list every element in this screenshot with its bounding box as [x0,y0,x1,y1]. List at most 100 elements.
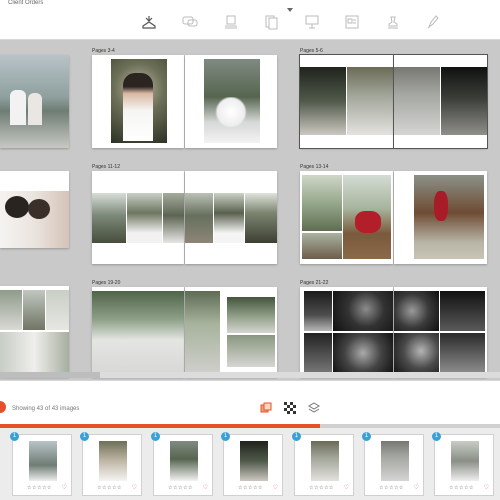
photo-couple-laugh[interactable] [0,332,69,372]
photo-forest-wide-2[interactable] [185,291,220,373]
thumbnail-image[interactable] [29,441,57,481]
photo-figure [28,93,42,125]
pages-icon[interactable] [262,14,280,30]
photo-couple-wide-forest[interactable] [92,291,184,373]
thumbnail-image[interactable] [170,441,198,481]
photo-bw-6[interactable] [440,291,485,331]
photo-bride-tree[interactable] [127,193,162,243]
window-tab-title[interactable]: Client Orders [8,0,43,6]
spread-21-22-right-page[interactable] [394,287,487,377]
photo-small-2[interactable] [23,290,45,330]
filmstrip-thumbnail[interactable]: 1 ☆☆☆☆☆ ♡ [362,432,424,496]
photo-small-3[interactable] [46,290,69,330]
thumbnail-image[interactable] [99,441,127,481]
favorite-heart-icon[interactable]: ♡ [344,484,349,491]
photo-bw-2[interactable] [333,291,393,331]
star-rating[interactable]: ☆☆☆☆☆ [27,485,52,491]
photo-couple-garden[interactable] [347,67,393,135]
layers-icon[interactable] [308,402,320,414]
scrollbar-thumb[interactable] [0,372,100,378]
filmstrip-thumbnail[interactable]: 1 ☆☆☆☆☆ ♡ [80,432,142,496]
filmstrip-thumbnail[interactable]: 1 ☆☆☆☆☆ ♡ [10,432,72,496]
favorite-heart-icon[interactable]: ♡ [414,484,419,491]
spread-5-6-left-page[interactable] [299,54,394,149]
spread-canvas[interactable]: Pages 3-4 Pages 5-6 Pages 11-12 Pages 13… [0,40,500,380]
star-rating[interactable]: ☆☆☆☆☆ [97,485,122,491]
star-rating[interactable]: ☆☆☆☆☆ [379,485,404,491]
spread-1-page[interactable] [0,55,69,148]
photo-couple-walk[interactable] [394,67,440,135]
star-rating[interactable]: ☆☆☆☆☆ [449,485,474,491]
spread-21-22-left-page[interactable] [300,287,393,377]
duplicate-icon[interactable] [260,402,272,414]
thumbnail-image[interactable] [311,441,339,481]
photo-figure [123,73,153,141]
comments-icon[interactable] [181,14,199,30]
presentation-icon[interactable] [303,14,321,30]
photo-small-top[interactable] [227,297,275,333]
star-rating[interactable]: ☆☆☆☆☆ [238,485,263,491]
spread-3-4-left-page[interactable] [92,55,184,148]
photo-bw-4[interactable] [333,333,393,373]
photo-couple-path[interactable] [163,193,184,243]
photo-couple-trees[interactable] [92,193,126,243]
spread-19-20-right-page[interactable] [185,287,277,377]
photo-bw-5[interactable] [394,291,439,331]
collapse-caret-icon[interactable] [287,8,293,12]
photo-couple-bw[interactable] [300,67,346,135]
favorite-heart-icon[interactable]: ♡ [273,484,278,491]
album-icon[interactable] [140,14,158,30]
spread-13-14-left-page[interactable] [300,171,393,264]
spread-5-6-right-page[interactable] [393,54,488,149]
thumbnail-image[interactable] [240,441,268,481]
image-count-status: Showing 43 of 43 images [12,406,80,412]
status-indicator-icon[interactable] [0,401,6,413]
photo-couple-hold[interactable] [214,193,244,243]
spread-11-12-right-page[interactable] [185,171,277,264]
pen-icon[interactable] [424,14,442,30]
photo-couple-forest-2[interactable] [245,193,277,243]
favorite-heart-icon[interactable]: ♡ [132,484,137,491]
thumbnail-image[interactable] [451,441,479,481]
photo-couple-dark[interactable] [441,67,487,135]
spread-label: Pages 3-4 [92,48,115,54]
photo-couple-horse-house[interactable] [414,175,484,259]
spread-19-20-left-page[interactable] [92,287,184,377]
star-rating[interactable]: ☆☆☆☆☆ [309,485,334,491]
photo-bw-7[interactable] [394,333,439,373]
favorite-heart-icon[interactable]: ♡ [484,484,489,491]
photo-small-bottom[interactable] [227,335,275,367]
photo-bride-walk[interactable] [185,193,213,243]
usage-count-badge: 1 [151,432,160,441]
image-filmstrip[interactable]: 1 ☆☆☆☆☆ ♡ 1 ☆☆☆☆☆ ♡ 1 ☆☆☆☆☆ ♡ 1 ☆☆☆☆☆ ♡ 1 ☆☆☆☆☆ ♡ 1 ☆☆☆☆… [0,428,500,500]
stamp-icon[interactable] [384,14,402,30]
photo-couple-meadow[interactable] [302,175,342,231]
spread-3-4-right-page[interactable] [185,55,277,148]
horizontal-scrollbar[interactable] [0,372,500,378]
photo-horse-detail[interactable] [302,233,342,259]
spread-label: Pages 5-6 [300,48,323,54]
filmstrip-thumbnail[interactable]: 1 ☆☆☆☆☆ ♡ [432,432,494,496]
grid-view-icon[interactable] [284,402,296,414]
usage-count-badge: 1 [292,432,301,441]
photo-bw-3[interactable] [304,333,332,373]
photo-bw-8[interactable] [440,333,485,373]
filmstrip-thumbnail[interactable]: 1 ☆☆☆☆☆ ♡ [292,432,354,496]
spread-3-page[interactable] [0,286,69,377]
spread-label: Pages 21-22 [300,280,329,286]
photo-small-1[interactable] [0,290,22,330]
photo-figure [10,90,26,125]
favorite-heart-icon[interactable]: ♡ [203,484,208,491]
filmstrip-thumbnail[interactable]: 1 ☆☆☆☆☆ ♡ [151,432,213,496]
layout-icon[interactable] [343,14,361,30]
star-rating[interactable]: ☆☆☆☆☆ [168,485,193,491]
favorite-heart-icon[interactable]: ♡ [62,484,67,491]
filmstrip-thumbnail[interactable]: 1 ☆☆☆☆☆ ♡ [221,432,283,496]
stack-icon[interactable] [222,14,240,30]
spread-2-page[interactable] [0,171,69,248]
spread-11-12-left-page[interactable] [92,171,184,264]
thumbnail-image[interactable] [381,441,409,481]
spread-13-14-right-page[interactable] [394,171,487,264]
photo-bw-1[interactable] [304,291,332,331]
usage-count-badge: 1 [221,432,230,441]
